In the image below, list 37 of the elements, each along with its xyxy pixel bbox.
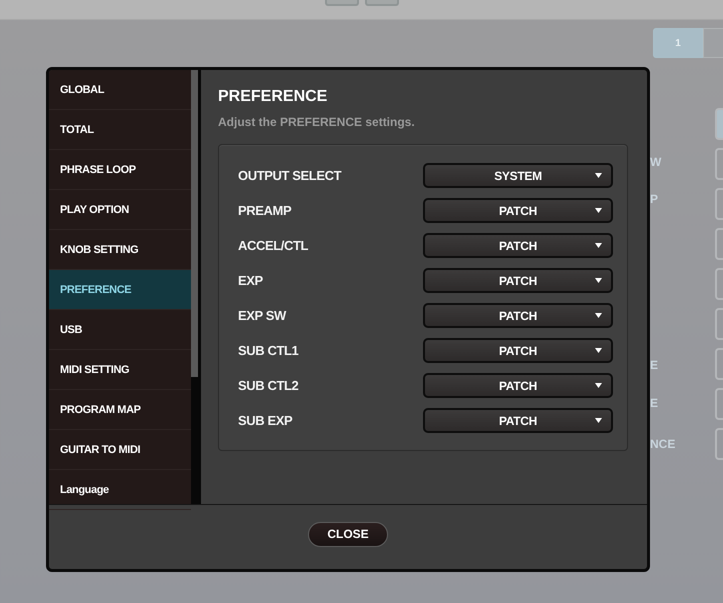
caret-icon (595, 418, 602, 423)
caret-icon (595, 243, 602, 248)
toolbar-button[interactable] (324, 0, 358, 6)
background-label: P (650, 192, 658, 206)
caret-icon (595, 173, 602, 178)
caret-icon (595, 313, 602, 318)
setting-dropdown[interactable]: SYSTEM (423, 163, 613, 188)
close-button[interactable]: CLOSE (308, 522, 388, 546)
sidebar-item[interactable]: PREFERENCE (49, 270, 191, 310)
caret-icon (595, 383, 602, 388)
setting-label: SUB EXP (238, 413, 292, 428)
page-tab[interactable] (703, 28, 723, 58)
section-title: PREFERENCE (218, 88, 328, 106)
background-label: E (650, 358, 658, 372)
section-description: Adjust the PREFERENCE settings. (218, 115, 416, 129)
background-label: W (650, 155, 662, 169)
setting-label: OUTPUT SELECT (238, 168, 342, 183)
caret-icon (595, 208, 602, 213)
setting-label: PREAMP (238, 203, 292, 218)
toolbar-button[interactable] (364, 0, 398, 6)
setting-label: EXP (238, 273, 263, 288)
background-label: NCE (650, 437, 676, 451)
setting-dropdown[interactable]: PATCH (423, 373, 613, 398)
setting-label: EXP SW (238, 308, 286, 323)
setting-dropdown[interactable]: PATCH (423, 198, 613, 223)
caret-icon (595, 348, 602, 353)
background-label: E (650, 396, 658, 410)
caret-icon (595, 278, 602, 283)
setting-dropdown[interactable]: PATCH (423, 408, 613, 433)
setting-dropdown[interactable]: PATCH (423, 268, 613, 293)
setting-dropdown[interactable]: PATCH (423, 303, 613, 328)
scrollbar[interactable] (191, 70, 201, 504)
setting-dropdown[interactable]: PATCH (423, 338, 613, 363)
setting-dropdown[interactable]: PATCH (423, 233, 613, 258)
setting-label: ACCEL/CTL (238, 238, 308, 253)
setting-label: SUB CTL2 (238, 378, 298, 393)
setting-label: SUB CTL1 (238, 343, 298, 358)
